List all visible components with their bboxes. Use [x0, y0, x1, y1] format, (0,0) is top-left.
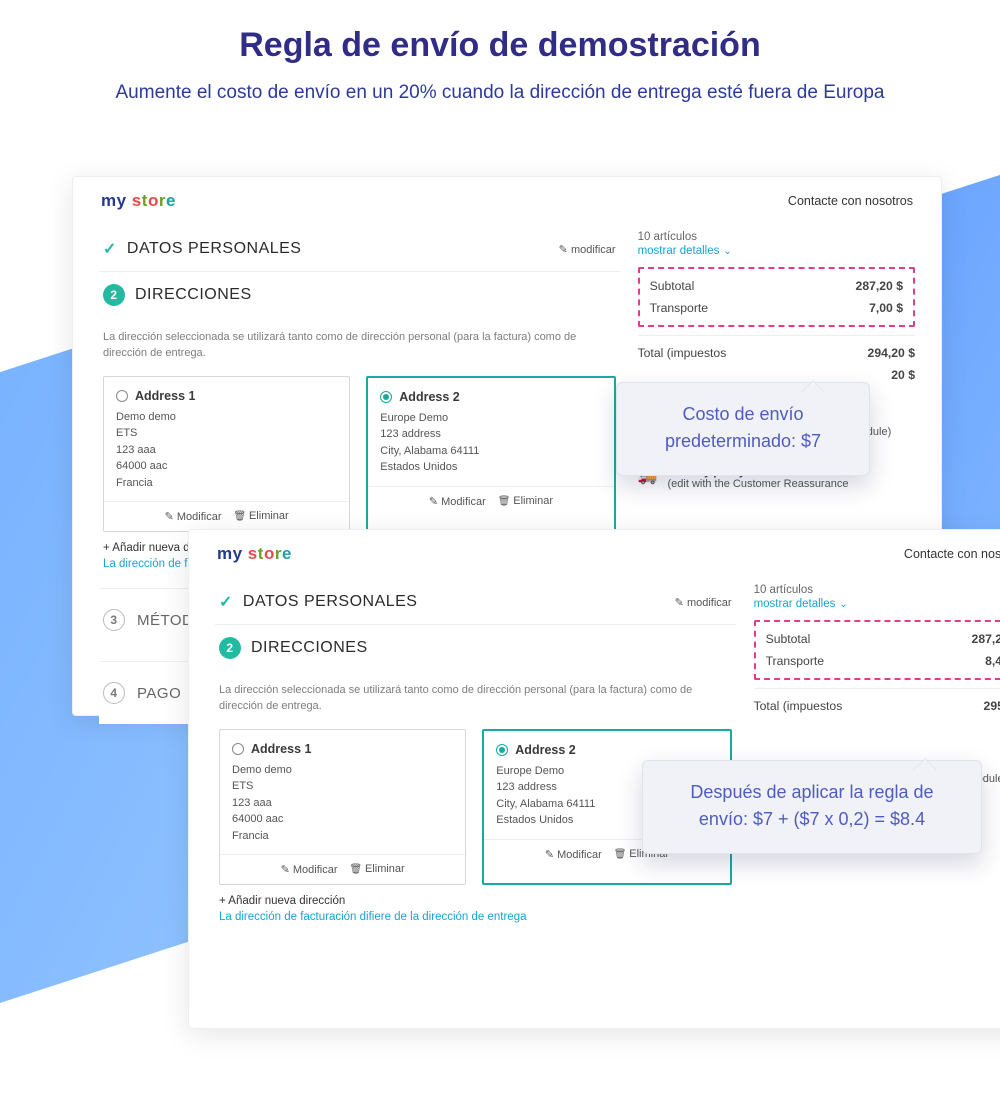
delete-address[interactable]: Eliminar	[349, 863, 404, 876]
callout-after-rule: Después de aplicar la regla de envío: $7…	[642, 760, 982, 854]
step-number-2: 2	[219, 637, 241, 659]
callout-default-cost: Costo de envío predeterminado: $7	[616, 382, 870, 476]
radio-icon[interactable]	[496, 744, 508, 756]
chevron-down-icon: ⌄	[723, 246, 731, 257]
address-body: Europe Demo 123 address City, Alabama 64…	[380, 410, 601, 476]
modify-link[interactable]: modificar	[675, 596, 732, 609]
contact-link[interactable]: Contacte con nosotros	[904, 547, 1000, 561]
step-number-2: 2	[103, 284, 125, 306]
add-address-link[interactable]: + Añadir nueva dirección	[215, 885, 736, 911]
step-addresses-title: DIRECCIONES	[251, 639, 368, 657]
check-icon: ✓	[103, 239, 117, 259]
address-card-1[interactable]: Address 1 Demo demo ETS 123 aaa 64000 aa…	[219, 729, 466, 886]
address-body: Demo demo ETS 123 aaa 64000 aac Francia	[116, 409, 337, 492]
radio-icon[interactable]	[232, 743, 244, 755]
chevron-down-icon: ⌄	[839, 599, 847, 610]
billing-note[interactable]: La dirección de facturación difiere de l…	[215, 911, 736, 931]
delete-address[interactable]: Eliminar	[233, 510, 288, 523]
modify-link[interactable]: modificar	[559, 243, 616, 256]
hero: Regla de envío de demostración Aumente e…	[0, 0, 1000, 118]
delete-address[interactable]: Eliminar	[498, 495, 553, 508]
address-card-2[interactable]: Address 2 Europe Demo 123 address City, …	[366, 376, 615, 533]
show-details-link[interactable]: mostrar detalles⌄	[754, 598, 1000, 610]
step-personal-title: DATOS PERSONALES	[243, 593, 418, 611]
summary-count: 10 artículos	[754, 584, 1000, 596]
radio-icon[interactable]	[116, 390, 128, 402]
summary-count: 10 artículos	[638, 231, 915, 243]
step-payment-title: PAGO	[137, 685, 181, 702]
modify-address[interactable]: Modificar	[281, 863, 338, 876]
contact-link[interactable]: Contacte con nosotros	[788, 194, 913, 208]
address-body: Demo demo ETS 123 aaa 64000 aac Francia	[232, 762, 453, 845]
modify-address[interactable]: Modificar	[165, 510, 222, 523]
address-card-1[interactable]: Address 1 Demo demo ETS 123 aaa 64000 aa…	[103, 376, 350, 533]
step-number-4: 4	[103, 682, 125, 704]
step-number-3: 3	[103, 609, 125, 631]
highlight-box: Subtotal287,20 $ Transporte8,40 $	[754, 620, 1000, 680]
hero-subtitle: Aumente el costo de envío en un 20% cuan…	[40, 79, 960, 108]
store-logo: my store	[101, 191, 176, 211]
modify-address[interactable]: Modificar	[429, 495, 486, 508]
radio-icon[interactable]	[380, 391, 392, 403]
hero-title: Regla de envío de demostración	[40, 26, 960, 65]
show-details-link[interactable]: mostrar detalles⌄	[638, 245, 915, 257]
highlight-box: Subtotal287,20 $ Transporte7,00 $	[638, 267, 915, 327]
address-help: La dirección seleccionada se utilizará t…	[215, 671, 736, 729]
modify-address[interactable]: Modificar	[545, 848, 602, 861]
store-logo: my store	[217, 544, 292, 564]
address-help: La dirección seleccionada se utilizará t…	[99, 318, 620, 376]
step-addresses-title: DIRECCIONES	[135, 286, 252, 304]
check-icon: ✓	[219, 592, 233, 612]
step-personal-title: DATOS PERSONALES	[127, 240, 302, 258]
